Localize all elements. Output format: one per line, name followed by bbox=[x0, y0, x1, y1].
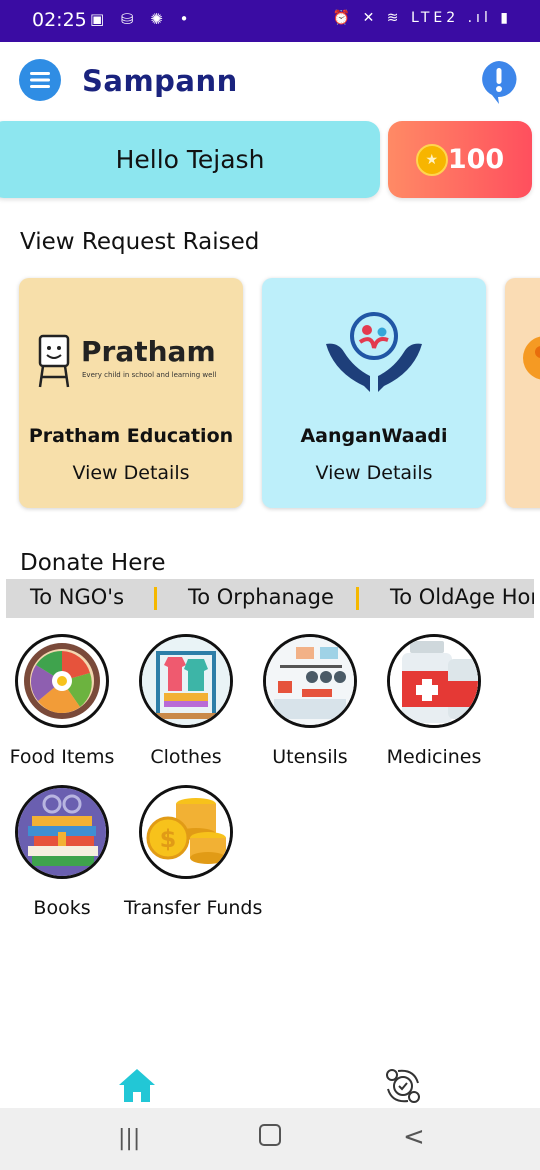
request-card-name: Pratham Education bbox=[28, 425, 234, 447]
pratham-logo: Pratham Every child in school and learni… bbox=[35, 333, 235, 393]
tab-orphanage[interactable]: To Orphanage bbox=[188, 585, 334, 609]
menu-button[interactable] bbox=[19, 59, 61, 101]
donate-tabs: To NGO's To Orphanage To OldAge Hor bbox=[6, 579, 534, 618]
donate-section-title: Donate Here bbox=[20, 550, 166, 576]
aanganwaadi-hands-logo-icon bbox=[326, 312, 422, 392]
requests-section-title: View Request Raised bbox=[20, 229, 260, 255]
status-notification-icons: ▣ ⛁ ✺ • bbox=[90, 10, 195, 28]
greeting-text: Hello Tejash bbox=[115, 145, 265, 174]
pratham-logo-tagline: Every child in school and learning well bbox=[82, 371, 217, 379]
food-bowl-icon bbox=[15, 634, 109, 728]
app-title: Sampann bbox=[82, 64, 238, 98]
status-time: 02:25 bbox=[32, 9, 87, 31]
pratham-mascot-icon bbox=[38, 334, 70, 388]
nav-home-button[interactable] bbox=[118, 1067, 156, 1103]
bottom-nav bbox=[0, 1058, 540, 1108]
clothes-rack-icon bbox=[139, 634, 233, 728]
category-label: Books bbox=[33, 897, 91, 919]
home-system-icon[interactable] bbox=[259, 1124, 281, 1146]
hamburger-menu-icon bbox=[30, 72, 50, 88]
exclamation-alert-icon bbox=[482, 61, 517, 104]
status-system-icons: ⏰ ✕ ≋ LTE2 .ıl ▮ bbox=[332, 10, 512, 26]
request-card-name: AanganWaadi bbox=[300, 425, 448, 447]
category-label: Transfer Funds bbox=[124, 897, 263, 919]
pratham-logo-word: Pratham bbox=[81, 335, 216, 368]
request-card-aanganwaadi[interactable]: AanganWaadi View Details bbox=[262, 278, 486, 508]
medicine-bottle-icon bbox=[387, 634, 481, 728]
category-label: Clothes bbox=[150, 746, 222, 768]
category-transfer-funds[interactable]: $ Transfer Funds bbox=[124, 785, 263, 919]
request-card-partial[interactable] bbox=[505, 278, 540, 508]
svg-text:$: $ bbox=[160, 825, 177, 853]
status-bar: 02:25 ▣ ⛁ ✺ • ⏰ ✕ ≋ LTE2 .ıl ▮ bbox=[0, 0, 540, 42]
partial-logo-icon bbox=[523, 336, 540, 380]
category-label: Utensils bbox=[272, 746, 348, 768]
tab-ngos[interactable]: To NGO's bbox=[30, 585, 124, 609]
back-icon[interactable]: < bbox=[403, 1122, 425, 1152]
tab-separator bbox=[356, 587, 359, 610]
coins-value: 100 bbox=[447, 144, 505, 175]
view-details-link[interactable]: View Details bbox=[262, 462, 486, 484]
home-icon bbox=[119, 1069, 155, 1102]
recents-icon[interactable]: ||| bbox=[118, 1126, 140, 1151]
coins-card[interactable]: ★ 100 bbox=[388, 121, 532, 198]
category-label: Food Items bbox=[9, 746, 115, 768]
category-utensils[interactable]: Utensils bbox=[248, 634, 372, 768]
gold-coins-icon: $ bbox=[139, 785, 233, 879]
alert-button[interactable] bbox=[479, 59, 519, 107]
category-clothes[interactable]: Clothes bbox=[124, 634, 248, 768]
request-card-pratham[interactable]: Pratham Every child in school and learni… bbox=[19, 278, 243, 508]
view-details-link[interactable]: View Details bbox=[19, 462, 243, 484]
kitchen-utensils-icon bbox=[263, 634, 357, 728]
greeting-card: Hello Tejash bbox=[0, 121, 380, 198]
books-stack-icon bbox=[15, 785, 109, 879]
nav-exchange-button[interactable] bbox=[384, 1067, 422, 1105]
category-label: Medicines bbox=[386, 746, 482, 768]
category-food-items[interactable]: Food Items bbox=[0, 634, 124, 768]
coin-star-icon: ★ bbox=[415, 143, 448, 176]
system-navigation-bar: ||| < bbox=[0, 1108, 540, 1170]
tab-separator bbox=[154, 587, 157, 610]
app-bar: Sampann bbox=[0, 42, 540, 120]
tab-oldage-home[interactable]: To OldAge Hor bbox=[390, 585, 534, 609]
category-medicines[interactable]: Medicines bbox=[372, 634, 496, 768]
exchange-icon bbox=[386, 1069, 420, 1103]
category-books[interactable]: Books bbox=[0, 785, 124, 919]
